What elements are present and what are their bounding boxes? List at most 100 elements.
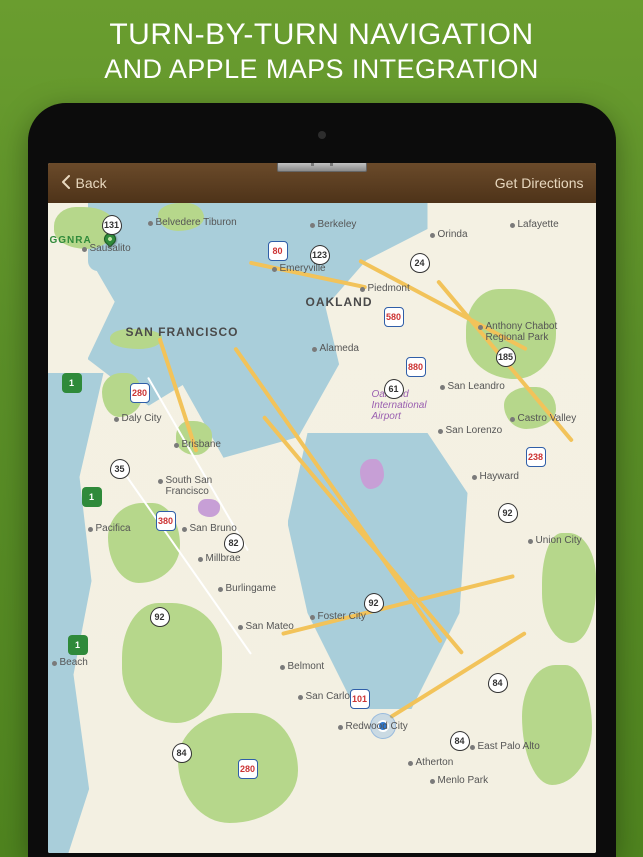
city-label: Hayward [480,471,519,482]
city-dot [338,725,343,730]
city-dot [478,325,483,330]
city-dot [52,661,57,666]
city-dot [430,779,435,784]
city-label: Millbrae [206,553,241,564]
city-dot [312,347,317,352]
park-area [198,499,220,517]
city-label: Berkeley [318,219,357,230]
city-label: Lafayette [518,219,559,230]
city-label: Daly City [122,413,162,424]
highway-shield: 80 [268,241,288,261]
highway-shield: 1 [62,373,82,393]
back-button[interactable]: Back [60,175,107,192]
city-label: San Carlos [306,691,355,702]
city-label: Alameda [320,343,359,354]
city-label: Belvedere Tiburon [156,217,237,228]
city-dot [182,527,187,532]
city-label: Pacifica [96,523,131,534]
park-area [522,665,592,785]
city-dot [238,625,243,630]
park-area [360,459,384,489]
highway-shield: 84 [488,673,508,693]
tablet-frame: Back Get Directions [28,103,616,857]
city-dot [298,695,303,700]
highway-shield: 82 [224,533,244,553]
city-label: Foster City [318,611,366,622]
highway-shield: 131 [102,215,122,235]
city-label: Orinda [438,229,468,240]
city-label-big: Oakland [306,295,373,309]
city-label: Burlingame [226,583,277,594]
city-label: Piedmont [368,283,410,294]
city-label: Atherton [416,757,454,768]
highway-shield: 380 [156,511,176,531]
app-screen: Back Get Directions [48,163,596,853]
city-label: San Bruno [190,523,237,534]
city-dot [430,233,435,238]
city-label: San Leandro [448,381,505,392]
city-dot [148,221,153,226]
get-directions-button[interactable]: Get Directions [495,175,584,191]
city-label: Beach [60,657,88,668]
city-label: Redwood City [346,721,408,732]
city-dot [82,247,87,252]
navigation-bar: Back Get Directions [48,163,596,203]
city-dot [272,267,277,272]
city-label: Menlo Park [438,775,489,786]
park-area [122,603,222,723]
ocean-water [48,373,128,853]
city-label: Belmont [288,661,325,672]
city-dot [310,223,315,228]
city-dot [510,223,515,228]
promo-banner: TURN-BY-TURN NAVIGATION AND APPLE MAPS I… [0,0,643,99]
city-label: East Palo Alto [478,741,540,752]
city-dot [158,479,163,484]
back-label: Back [76,175,107,191]
highway-shield: 123 [310,245,330,265]
highway-shield: 101 [350,689,370,709]
city-label: San Lorenzo [446,425,503,436]
highway-shield: 84 [172,743,192,763]
highway-shield: 1 [82,487,102,507]
highway-shield: 280 [238,759,258,779]
city-label: Castro Valley [518,413,577,424]
city-dot [510,417,515,422]
clipboard-icon [277,163,367,180]
highway-shield: 84 [450,731,470,751]
city-dot [470,745,475,750]
city-dot [360,287,365,292]
highway-shield: 92 [150,607,170,627]
promo-line-1: TURN-BY-TURN NAVIGATION [8,18,635,52]
city-dot [438,429,443,434]
city-label-big: San Francisco [126,325,239,339]
camera-dot [318,131,326,139]
highway-shield: 92 [498,503,518,523]
city-label: Union City [536,535,582,546]
highway-shield: 185 [496,347,516,367]
city-label: South SanFrancisco [166,475,213,497]
promo-line-2: AND APPLE MAPS INTEGRATION [8,54,635,85]
city-dot [114,417,119,422]
highway-shield: 1 [68,635,88,655]
map-view[interactable]: GGNRA OaklandInternationalAirport San Fr… [48,203,596,853]
ggnra-label: GGNRA [50,235,92,246]
city-dot [198,557,203,562]
city-dot [218,587,223,592]
city-label: Anthony ChabotRegional Park [486,321,558,343]
chevron-left-icon [60,175,72,192]
highway-shield: 580 [384,307,404,327]
highway-shield: 61 [384,379,404,399]
park-area [542,533,596,643]
highway-shield: 35 [110,459,130,479]
city-dot [174,443,179,448]
city-dot [310,615,315,620]
city-dot [472,475,477,480]
city-label: Brisbane [182,439,221,450]
highway-shield: 880 [406,357,426,377]
highway-shield: 280 [130,383,150,403]
highway-shield: 92 [364,593,384,613]
city-label: Sausalito [90,243,131,254]
city-dot [440,385,445,390]
city-label: San Mateo [246,621,294,632]
city-dot [88,527,93,532]
